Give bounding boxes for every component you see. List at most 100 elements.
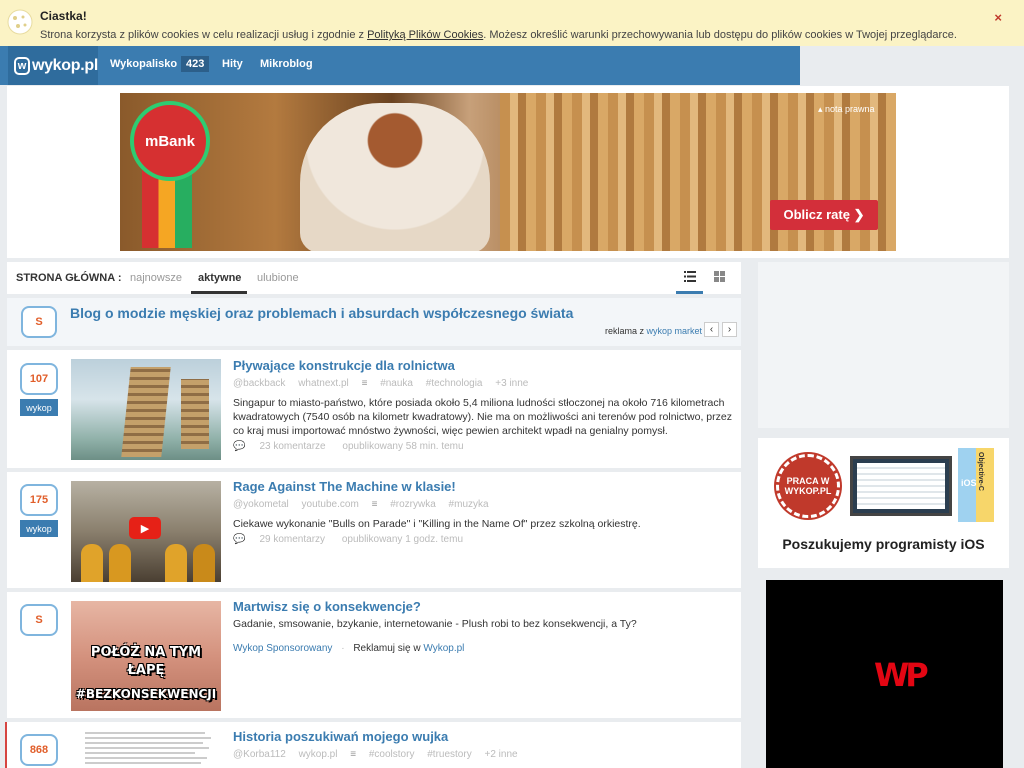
entry-author[interactable]: @Korba112 (233, 749, 286, 760)
cookie-close-button[interactable]: × (994, 10, 1002, 25)
comments-link[interactable]: 23 komentarze (259, 441, 325, 452)
job-offer-ad[interactable]: PRACA W WYKOP.PL iOS Objective-C Poszuku… (758, 438, 1009, 568)
entry-domain[interactable]: wykop.pl (299, 749, 338, 760)
cookie-bar: Ciastka! Strona korzysta z plików cookie… (0, 0, 1024, 46)
entry-tag[interactable]: #nauka (380, 378, 413, 389)
banner-photo (300, 103, 490, 251)
vote-count: 175 (20, 484, 58, 516)
cookie-text: Strona korzysta z plików cookies w celu … (40, 29, 957, 41)
cookie-title: Ciastka! (40, 9, 87, 23)
cookie-policy-link[interactable]: Polityką Plików Cookies (367, 29, 483, 41)
entry-footer: 💬 29 komentarzy opublikowany 1 godz. temu (233, 534, 477, 545)
wp-ad[interactable]: WP (766, 580, 1003, 768)
wykop-market-link[interactable]: wykop market (647, 326, 703, 336)
entry-thumbnail[interactable]: ▶ (71, 481, 221, 582)
vote-count: 868 (20, 734, 58, 766)
site-logo[interactable]: w wykop.pl (8, 46, 98, 85)
tabs-label: STRONA GŁÓWNA : (16, 272, 122, 284)
tab-ulubione[interactable]: ulubione (257, 272, 299, 284)
mbank-banner-ad[interactable]: mBank ▴ nota prawna Oblicz ratę ❯ (120, 93, 896, 251)
vote-box: 175 wykop (20, 484, 58, 537)
entry-tag[interactable]: #coolstory (369, 749, 415, 760)
link-entry: 107 wykop Pływające konstrukcje dla roln… (7, 350, 741, 468)
nav-item-hity[interactable]: Hity (222, 58, 243, 70)
published-time: opublikowany 58 min. temu (342, 441, 464, 452)
entry-tag[interactable]: #technologia (426, 378, 483, 389)
published-time: opublikowany 1 godz. temu (341, 534, 464, 545)
sponsored-score-box: S (20, 604, 58, 636)
active-tab-underline (191, 291, 247, 294)
entry-domain[interactable]: whatnext.pl (298, 378, 349, 389)
advertise-link[interactable]: Wykop.pl (423, 643, 464, 654)
job-offer-caption[interactable]: Poszukujemy programisty iOS (758, 536, 1009, 552)
praca-badge: PRACA W WYKOP.PL (776, 454, 840, 518)
comments-link[interactable]: 29 komentarzy (259, 534, 325, 545)
wp-logo: WP (874, 656, 929, 694)
advertise-text: Reklamuj się w (353, 643, 424, 654)
vote-box: 868 (20, 734, 58, 766)
entry-title[interactable]: Martwisz się o konsekwencje? (233, 599, 421, 614)
link-entry: 868 Historia poszukiwań mojego wujka @Ko… (7, 722, 741, 768)
entry-author[interactable]: @backback (233, 378, 285, 389)
entry-meta: @backback whatnext.pl ≡ #nauka #technolo… (233, 378, 538, 389)
tab-aktywne[interactable]: aktywne (198, 272, 241, 284)
entry-title[interactable]: Pływające konstrukcje dla rolnictwa (233, 358, 455, 373)
vote-box: S (20, 604, 58, 636)
entry-tag[interactable]: #muzyka (449, 499, 489, 510)
calculate-rate-button[interactable]: Oblicz ratę ❯ (770, 200, 878, 230)
promo-next-button[interactable]: › (722, 322, 737, 337)
promoted-link-row: S Blog o modzie męskiej oraz problemach … (7, 298, 741, 346)
entry-footer: 💬 23 komentarze opublikowany 58 min. temu (233, 441, 478, 452)
promo-prev-button[interactable]: ‹ (704, 322, 719, 337)
tags-icon: ≡ (361, 378, 368, 389)
sponsored-label[interactable]: Wykop Sponsorowany (233, 643, 332, 654)
sponsored-thumbnail[interactable]: POŁÓŻ NA TYM ŁAPĘ #BEZKONSEKWENCJI (71, 601, 221, 711)
top-navbar: w wykop.pl Wykopalisko 423 Hity Mikroblog (0, 46, 800, 85)
sponsored-score-box: S (21, 306, 57, 338)
comments-icon: 💬 (233, 534, 246, 545)
more-tags[interactable]: +3 inne (495, 378, 528, 389)
main-tabs: STRONA GŁÓWNA : najnowsze aktywne ulubio… (7, 262, 741, 294)
tab-najnowsze[interactable]: najnowsze (130, 272, 182, 284)
wykop-button[interactable]: wykop (20, 399, 58, 416)
list-view-icon[interactable] (684, 271, 696, 282)
link-entry: 175 wykop ▶ Rage Against The Machine w k… (7, 472, 741, 588)
entry-thumbnail[interactable] (71, 359, 221, 460)
books-illustration: iOS Objective-C (958, 448, 994, 522)
entry-meta: @Korba112 wykop.pl ≡ #coolstory #truesto… (233, 749, 528, 760)
comments-icon: 💬 (233, 441, 246, 452)
promo-source: reklama z wykop market (605, 326, 703, 336)
entry-title[interactable]: Historia poszukiwań mojego wujka (233, 729, 448, 744)
entry-thumbnail[interactable] (71, 728, 221, 768)
logo-icon: w (14, 56, 30, 75)
tags-icon: ≡ (371, 499, 378, 510)
entry-title[interactable]: Rage Against The Machine w klasie! (233, 479, 456, 494)
vote-box: 107 wykop (20, 363, 58, 416)
more-tags[interactable]: +2 inne (484, 749, 517, 760)
banner-legal-note[interactable]: ▴ nota prawna (818, 104, 875, 115)
entry-description: Gadanie, smsowanie, bzykanie, internetow… (233, 618, 637, 630)
entry-author[interactable]: @yokometal (233, 499, 289, 510)
logo-text: wykop.pl (31, 56, 98, 74)
active-view-underline (676, 291, 703, 294)
wykopalisko-count-badge: 423 (181, 56, 210, 72)
grid-view-icon[interactable] (714, 271, 725, 282)
play-icon[interactable]: ▶ (129, 517, 161, 539)
entry-description: Ciekawe wykonanie "Bulls on Parade" i "K… (233, 518, 641, 530)
sponsored-entry: S POŁÓŻ NA TYM ŁAPĘ #BEZKONSEKWENCJI Mar… (7, 592, 741, 718)
wykop-button[interactable]: wykop (20, 520, 58, 537)
nav-item-mikroblog[interactable]: Mikroblog (260, 58, 313, 70)
nav-item-wykopalisko[interactable]: Wykopalisko 423 (110, 56, 210, 72)
cookie-icon (7, 9, 33, 35)
mbank-logo: mBank (130, 101, 210, 181)
laptop-illustration (850, 456, 952, 516)
vote-count: 107 (20, 363, 58, 395)
entry-description: Singapur to miasto-państwo, które posiad… (233, 397, 732, 437)
entry-tag[interactable]: #truestory (427, 749, 471, 760)
sidebar-ad-slot (758, 262, 1009, 428)
promoted-link-title[interactable]: Blog o modzie męskiej oraz problemach i … (70, 305, 573, 321)
entry-meta: @yokometal youtube.com ≡ #rozrywka #muzy… (233, 499, 499, 510)
sponsored-footer: Wykop Sponsorowany · Reklamuj się w Wyko… (233, 643, 465, 654)
entry-domain[interactable]: youtube.com (302, 499, 359, 510)
entry-tag[interactable]: #rozrywka (390, 499, 436, 510)
